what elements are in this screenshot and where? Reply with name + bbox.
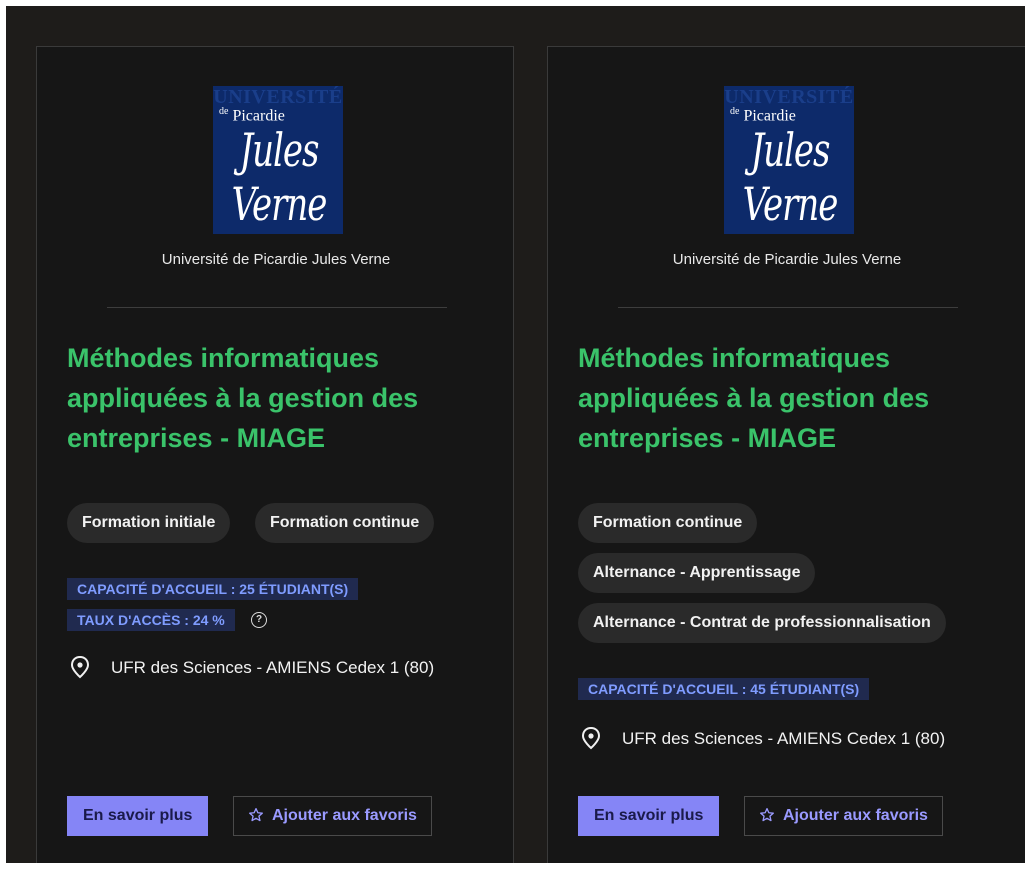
add-favorite-button[interactable]: Ajouter aux favoris [744, 796, 943, 836]
formation-card: UNIVERSITÉ de Picardie Jules Verne Unive… [547, 46, 1025, 863]
more-info-button[interactable]: En savoir plus [67, 796, 209, 836]
formation-title[interactable]: Méthodes informatiques appliquées à la g… [67, 338, 487, 458]
tag-alternance-contrat-pro: Alternance - Contrat de professionnalisa… [578, 603, 946, 643]
access-rate-badge: TAUX D'ACCÈS : 24 % [67, 609, 235, 631]
question-circle-icon[interactable]: ? [251, 612, 267, 628]
university-logo: UNIVERSITÉ de Picardie Jules Verne [724, 86, 854, 234]
results-panel: UNIVERSITÉ de Picardie Jules Verne Unive… [6, 6, 1025, 863]
star-outline-icon [760, 808, 774, 822]
divider [618, 307, 958, 308]
university-name: Université de Picardie Jules Verne [672, 251, 902, 268]
university-name: Université de Picardie Jules Verne [161, 251, 391, 268]
formation-card: UNIVERSITÉ de Picardie Jules Verne Unive… [36, 46, 514, 863]
add-favorite-label: Ajouter aux favoris [272, 807, 417, 824]
location-text: UFR des Sciences - AMIENS Cedex 1 (80) [622, 729, 946, 748]
capacity-badge: CAPACITÉ D'ACCUEIL : 25 ÉTUDIANT(S) [67, 578, 359, 600]
university-logo: UNIVERSITÉ de Picardie Jules Verne [213, 86, 343, 234]
star-outline-icon [249, 808, 263, 822]
add-favorite-button[interactable]: Ajouter aux favoris [233, 796, 432, 836]
add-favorite-label: Ajouter aux favoris [783, 807, 928, 824]
map-pin-icon [581, 726, 601, 750]
tag-formation-continue: Formation continue [578, 503, 758, 543]
more-info-button[interactable]: En savoir plus [578, 796, 720, 836]
formation-title[interactable]: Méthodes informatiques appliquées à la g… [578, 338, 998, 458]
capacity-badge: CAPACITÉ D'ACCUEIL : 45 ÉTUDIANT(S) [578, 678, 870, 700]
divider [107, 307, 447, 308]
location-text: UFR des Sciences - AMIENS Cedex 1 (80) [111, 658, 435, 677]
tag-formation-initiale: Formation initiale [67, 503, 231, 543]
tag-alternance-apprentissage: Alternance - Apprentissage [578, 553, 816, 593]
tag-formation-continue: Formation continue [255, 503, 435, 543]
map-pin-icon [70, 655, 90, 679]
